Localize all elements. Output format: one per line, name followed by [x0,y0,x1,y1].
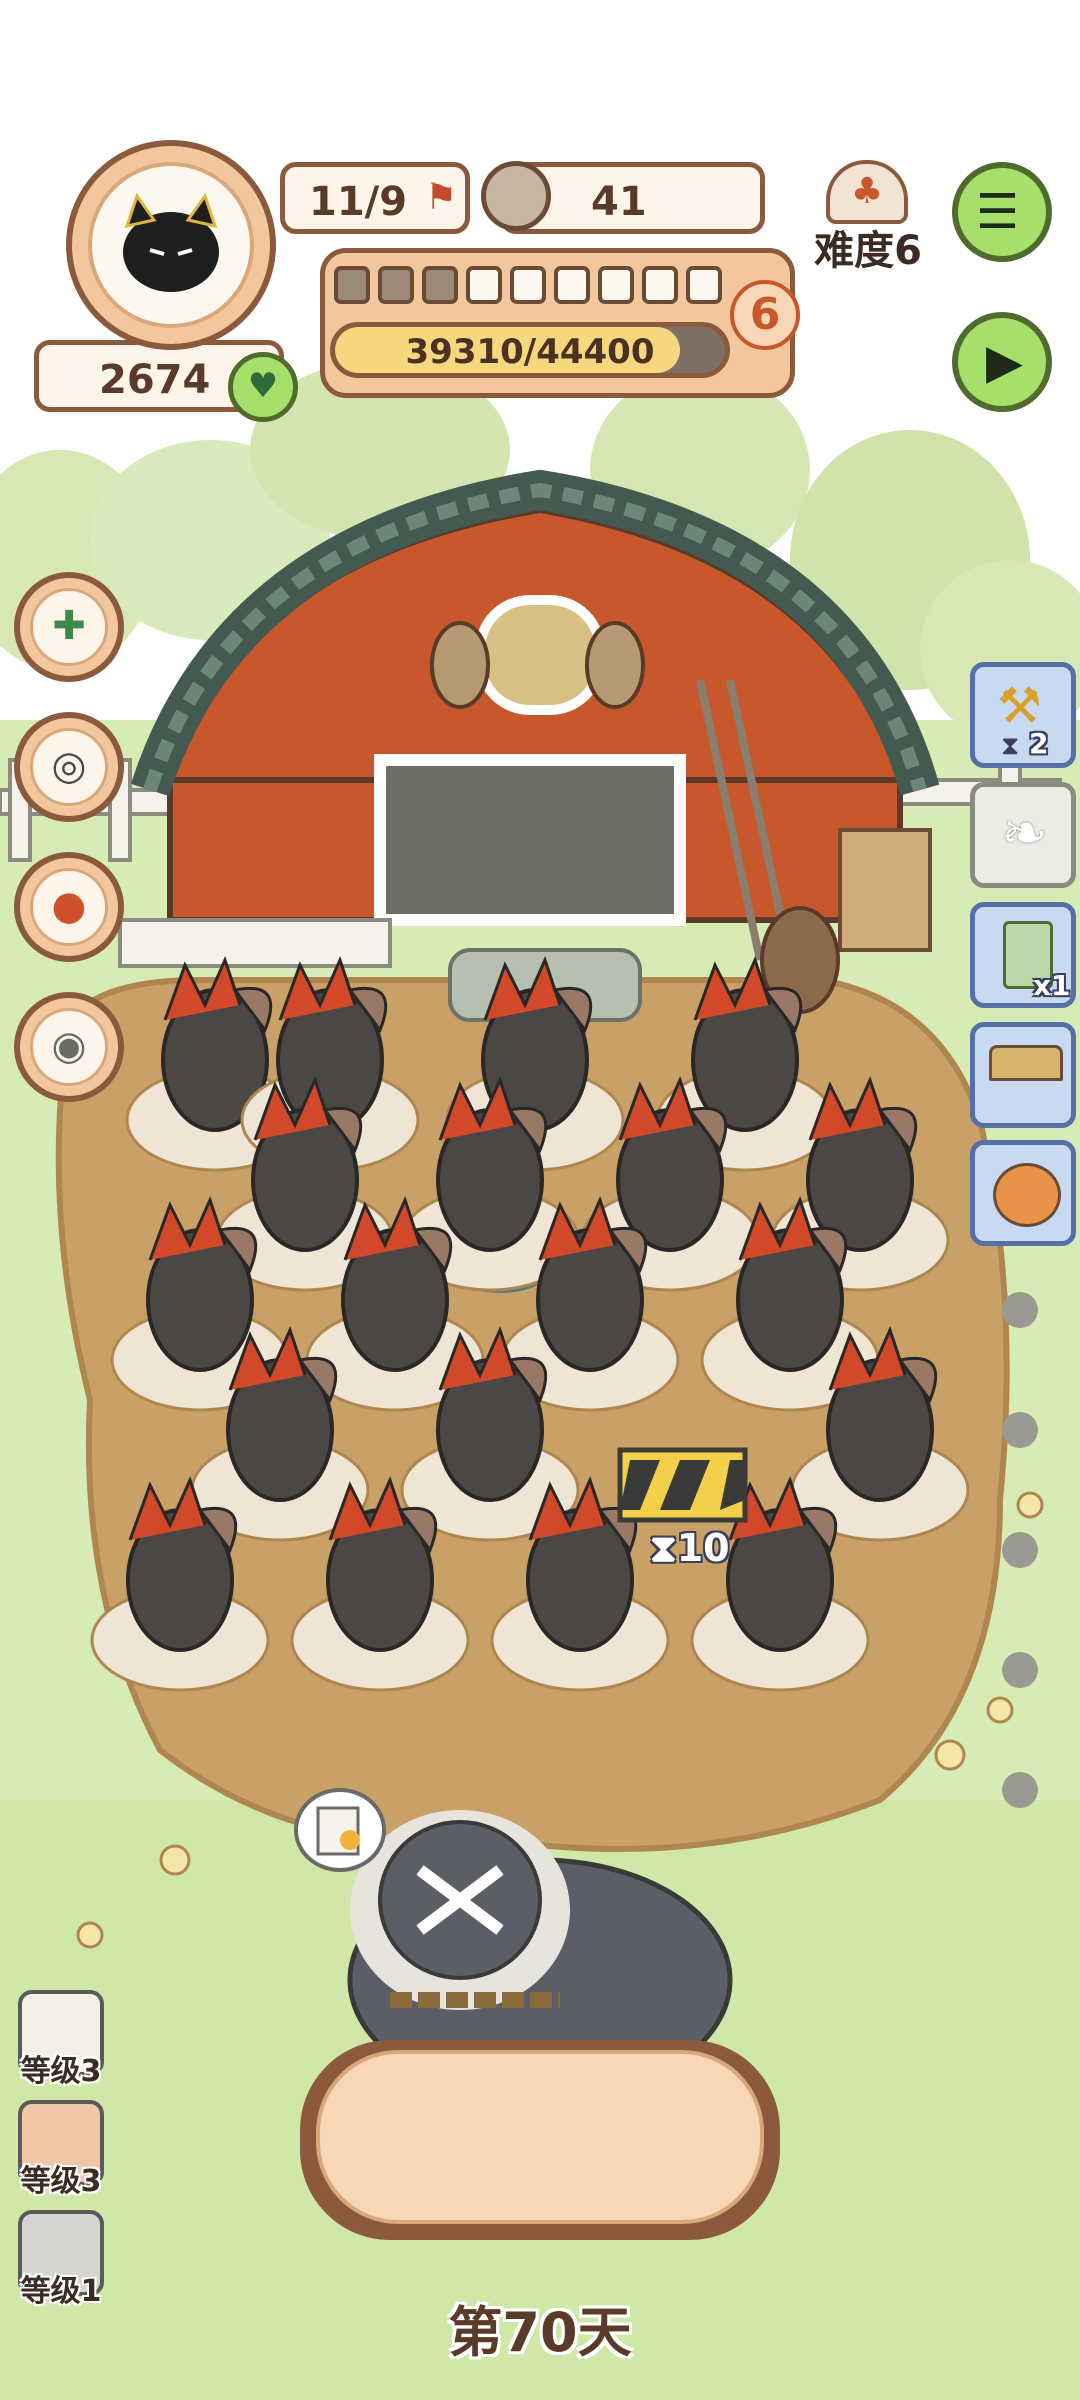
hourglass-icon: ⧗ [650,1526,677,1570]
progress-segment [686,266,722,304]
item-slot-shelter[interactable] [970,1022,1076,1128]
collar-button[interactable]: ◎ [14,712,124,822]
item-slot-foxbed[interactable] [970,1140,1076,1246]
food-bowl-icon [481,161,551,231]
hourglass-icon: ⧗ [1001,731,1020,761]
population-pill: 11/9 ⚑ [280,162,470,234]
shovel-count: 2 [1029,727,1049,760]
progress-segment [378,266,414,304]
action-pad[interactable] [300,2040,780,2240]
food-value: 41 [591,179,647,225]
population-value: 11/9 [309,179,408,225]
level-card-1[interactable]: 等级3 [14,1990,108,2092]
progress-segment [334,266,370,304]
item-slot-seeds[interactable]: x1 [970,902,1076,1008]
play-button[interactable]: ▶ [952,312,1052,412]
progress-segment [554,266,590,304]
item-slot-shovel[interactable]: ⚒ ⧗ 2 [970,662,1076,768]
construction-barrier[interactable] [617,1447,748,1523]
level-card-2[interactable]: 等级3 [14,2100,108,2202]
coin-value: 2674 [99,357,211,403]
progress-segment [422,266,458,304]
play-icon: ▶ [986,334,1023,390]
medkit-icon: ✚ [30,588,108,666]
player-avatar[interactable] [66,140,276,350]
progress-segment [466,266,502,304]
cat-avatar [88,162,254,328]
toy-button[interactable]: ● [14,852,124,962]
joystick-toy-icon: ● [30,868,108,946]
food-pill: 41 [481,161,765,234]
level-card-label: 等级3 [20,2164,102,2199]
progress-segment [642,266,678,304]
day-counter: 第70天 [448,2301,632,2364]
item-slot-feather[interactable]: ❧ [970,782,1076,888]
flag-icon: ⚑ [425,177,458,218]
certificate-bubble[interactable] [294,1788,386,1872]
fox-bed-icon [993,1163,1061,1227]
bowl-button[interactable]: ◉ [14,992,124,1102]
seed-count: x1 [1033,969,1071,1002]
menu-button[interactable]: ☰ [952,162,1052,262]
build-timer-value: 10 [676,1526,730,1570]
progress-segment [598,266,634,304]
feather-icon: ❧ [1001,801,1048,866]
xp-text: 39310/44400 [405,332,655,372]
level-card-label: 等级3 [20,2054,102,2089]
build-timer: ⧗10 [650,1526,730,1571]
heart-gem-icon[interactable]: ♥ [228,352,298,422]
list-icon: ☰ [976,184,1020,240]
collar-icon: ◎ [30,728,108,806]
food-bowl-side-icon: ◉ [30,1008,108,1086]
straw-shelter-icon [989,1045,1063,1081]
medkit-button[interactable]: ✚ [14,572,124,682]
xp-bar: 39310/44400 [330,322,730,378]
difficulty-label: 难度6 [814,228,922,274]
level-badge: 6 [730,280,800,350]
progress-segment [510,266,546,304]
